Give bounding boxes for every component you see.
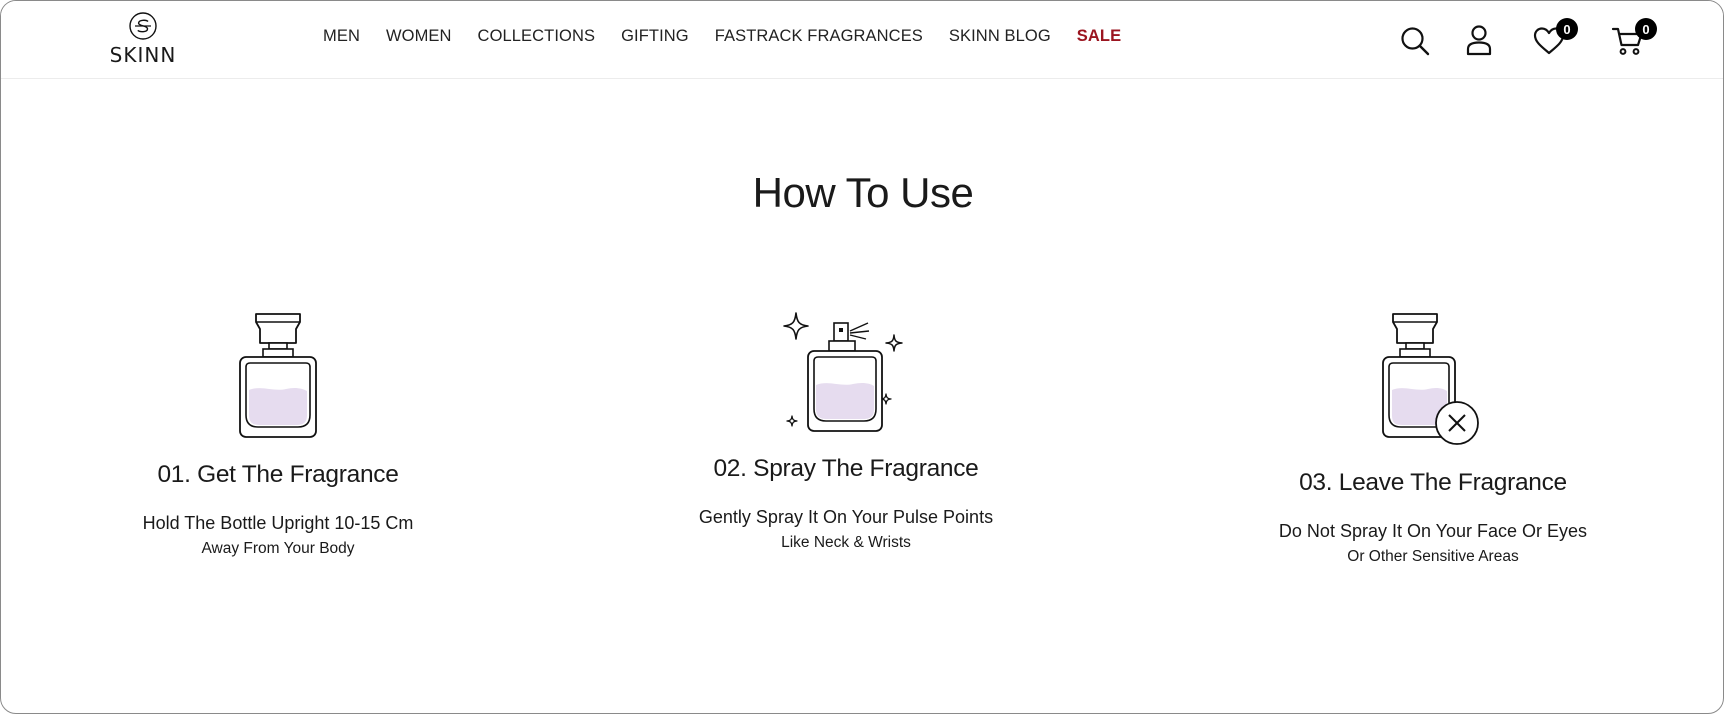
perfume-no-face-icon — [1382, 313, 1479, 445]
step-heading: 01. Get The Fragrance — [157, 461, 399, 488]
section-title: How To Use — [752, 169, 974, 216]
step-card: 01. Get The Fragrance Hold The Bottle Up… — [91, 311, 465, 558]
step-instruction: Hold The Bottle Upright 10-15 Cm — [142, 513, 414, 533]
page: SKINN MEN WOMEN COLLECTIONS GIFTING FAST… — [0, 0, 1724, 714]
step-instruction-detail: Away From Your Body — [201, 540, 355, 557]
step-instruction: Do Not Spray It On Your Face Or Eyes — [1278, 521, 1588, 541]
step-instruction: Gently Spray It On Your Pulse Points — [698, 507, 994, 527]
step-heading: 02. Spray The Fragrance — [713, 455, 979, 482]
step-instruction-detail: Like Neck & Wrists — [781, 534, 911, 551]
step-card: 02. Spray The Fragrance Gently Spray It … — [659, 311, 1033, 552]
perfume-bottle-icon — [239, 313, 317, 438]
wishlist-count-badge: 0 — [1556, 18, 1578, 40]
perfume-spray-icon — [783, 312, 903, 432]
site-header: SKINN MEN WOMEN COLLECTIONS GIFTING FAST… — [1, 1, 1723, 79]
cart-count-badge: 0 — [1635, 18, 1657, 40]
user-icon[interactable] — [1463, 23, 1495, 57]
header-actions: 0 0 — [1, 18, 1723, 61]
step-card: 03. Leave The Fragrance Do Not Spray It … — [1246, 311, 1620, 566]
search-icon[interactable] — [1399, 25, 1431, 57]
step-instruction-detail: Or Other Sensitive Areas — [1347, 548, 1519, 565]
step-heading: 03. Leave The Fragrance — [1299, 469, 1567, 496]
